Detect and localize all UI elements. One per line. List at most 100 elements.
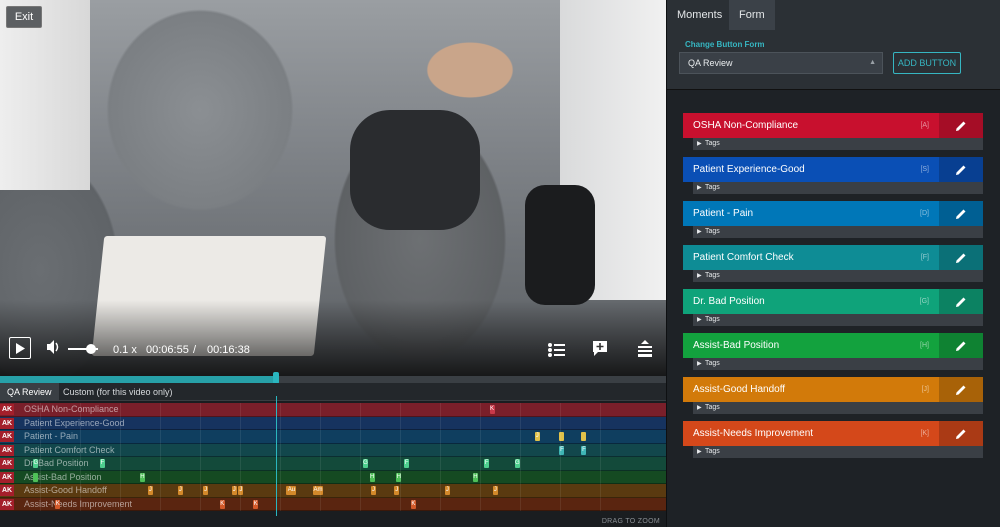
- moment-button-main[interactable]: Patient Experience-Good [S]: [683, 157, 939, 182]
- timeline-moment-marker[interactable]: H: [139, 472, 145, 482]
- play-icon: [16, 342, 25, 354]
- timeline-moment-marker[interactable]: H: [472, 472, 478, 482]
- timeline-row-label: Patient Experience-Good: [24, 417, 125, 428]
- edit-pencil-icon[interactable]: [939, 201, 983, 226]
- moment-button-main[interactable]: Assist-Needs Improvement [K]: [683, 421, 939, 446]
- timeline-moment-marker[interactable]: F: [559, 445, 565, 455]
- moment-button-tags[interactable]: ▶ Tags: [693, 358, 983, 370]
- moment-button-tags[interactable]: ▶ Tags: [693, 446, 983, 458]
- play-button[interactable]: [9, 337, 31, 359]
- video-progress-bar[interactable]: [0, 372, 666, 384]
- timeline-moment-marker[interactable]: K: [410, 499, 416, 509]
- caret-right-icon: ▶: [697, 229, 702, 235]
- tags-label: Tags: [705, 140, 720, 147]
- timeline-moment-marker[interactable]: J: [203, 486, 209, 495]
- edit-pencil-icon[interactable]: [939, 157, 983, 182]
- timeline-moment-marker[interactable]: [581, 432, 587, 441]
- timeline-moment-marker[interactable]: J: [394, 486, 400, 495]
- moment-button: Assist-Needs Improvement [K] ▶ Tags: [683, 421, 983, 465]
- timeline-row[interactable]: AK Patient Comfort Check F F: [0, 443, 666, 457]
- timeline-tab-qa-review[interactable]: QA Review: [0, 383, 59, 401]
- moment-button-tags[interactable]: ▶ Tags: [693, 402, 983, 414]
- caret-right-icon: ▶: [697, 141, 702, 147]
- edit-pencil-icon[interactable]: [939, 333, 983, 358]
- timeline-moment-marker[interactable]: H: [396, 472, 402, 482]
- caret-right-icon: ▶: [697, 449, 702, 455]
- video-player[interactable]: Exit 0.1 x 00:06:55 / 00:16:38: [0, 0, 666, 376]
- edit-pencil-icon[interactable]: [939, 113, 983, 138]
- timeline-moment-marker[interactable]: J: [534, 432, 540, 441]
- timeline-moment-marker[interactable]: K: [55, 499, 61, 509]
- timeline-moment-marker[interactable]: H: [369, 472, 375, 482]
- moment-button-main[interactable]: Assist-Bad Position [H]: [683, 333, 939, 358]
- timeline-moment-marker[interactable]: J: [147, 486, 153, 495]
- playback-speed[interactable]: 0.1 x: [113, 344, 137, 356]
- timeline-moment-marker[interactable]: J: [177, 486, 183, 495]
- tags-label: Tags: [705, 360, 720, 367]
- caret-right-icon: ▶: [697, 361, 702, 367]
- timeline-row-label: OSHA Non-Compliance: [24, 404, 119, 414]
- tags-label: Tags: [705, 448, 720, 455]
- volume-icon[interactable]: [46, 339, 62, 358]
- timeline-row[interactable]: AK Dr. Bad Position G F G F F G: [0, 457, 666, 471]
- timeline-moment-marker[interactable]: J: [231, 486, 237, 495]
- timeline-moment-marker[interactable]: [33, 472, 39, 482]
- form-select[interactable]: QA Review ▲: [679, 52, 883, 74]
- edit-pencil-icon[interactable]: [939, 245, 983, 270]
- edit-pencil-icon[interactable]: [939, 421, 983, 446]
- timeline-tab-custom[interactable]: Custom (for this video only): [56, 383, 180, 401]
- video-frame-cabinet-left: [0, 0, 90, 190]
- timeline-moment-marker[interactable]: Am: [313, 486, 324, 495]
- timeline-row[interactable]: AK Assist-Bad Position H H H H: [0, 470, 666, 484]
- volume-knob[interactable]: [86, 344, 96, 354]
- timeline-moment-marker[interactable]: J: [444, 486, 450, 495]
- timeline-row-badge: AK: [0, 417, 14, 429]
- moment-button-main[interactable]: OSHA Non-Compliance [A]: [683, 113, 939, 138]
- tags-label: Tags: [705, 184, 720, 191]
- timeline-row[interactable]: AK Patient Experience-Good: [0, 416, 666, 430]
- moment-button-tags[interactable]: ▶ Tags: [693, 226, 983, 238]
- moment-button-label: OSHA Non-Compliance: [693, 120, 799, 131]
- timeline-moment-marker[interactable]: F: [484, 459, 490, 468]
- moment-button-main[interactable]: Patient Comfort Check [F]: [683, 245, 939, 270]
- timeline-row[interactable]: AK Patient - Pain J: [0, 430, 666, 444]
- moment-button-main[interactable]: Assist-Good Handoff [J]: [683, 377, 939, 402]
- timeline-row-label: Patient - Pain: [24, 431, 79, 441]
- timeline-row[interactable]: AK Assist-Needs Improvement K K K K: [0, 497, 666, 511]
- timeline-moment-marker[interactable]: K: [253, 499, 259, 509]
- timeline-moment-marker[interactable]: F: [404, 459, 410, 468]
- moment-button-main[interactable]: Dr. Bad Position [G]: [683, 289, 939, 314]
- timeline-row[interactable]: AK Assist-Good Handoff J J J J J Au Am J J J J: [0, 484, 666, 498]
- add-button[interactable]: ADD BUTTON: [893, 52, 961, 74]
- add-comment-icon[interactable]: [592, 340, 608, 360]
- timeline-moment-marker[interactable]: F: [99, 459, 105, 468]
- moment-button-hotkey: [H]: [920, 342, 929, 349]
- timeline-moment-marker[interactable]: Au: [286, 486, 297, 495]
- timeline-moment-marker[interactable]: G: [33, 459, 39, 468]
- tab-form[interactable]: Form: [729, 0, 775, 30]
- tab-moments[interactable]: Moments: [667, 0, 732, 30]
- moment-button-tags[interactable]: ▶ Tags: [693, 270, 983, 282]
- moment-button-tags[interactable]: ▶ Tags: [693, 182, 983, 194]
- timeline-row[interactable]: AK OSHA Non-Compliance K: [0, 403, 666, 417]
- split-view-icon[interactable]: [637, 340, 653, 361]
- list-toggle-icon[interactable]: [547, 342, 565, 361]
- edit-pencil-icon[interactable]: [939, 289, 983, 314]
- timeline-moment-marker[interactable]: K: [219, 499, 225, 509]
- timeline-moment-marker[interactable]: J: [492, 486, 498, 495]
- timeline-moment-marker[interactable]: G: [514, 459, 520, 468]
- moment-button-tags[interactable]: ▶ Tags: [693, 138, 983, 150]
- timeline-moment-marker[interactable]: F: [581, 445, 587, 455]
- timeline-moment-marker[interactable]: G: [362, 459, 368, 468]
- timeline-moment-marker[interactable]: J: [370, 486, 376, 495]
- timeline-moment-marker[interactable]: K: [489, 405, 495, 414]
- select-caret-icon: ▲: [869, 59, 876, 66]
- moment-button-main[interactable]: Patient - Pain [D]: [683, 201, 939, 226]
- moment-button-hotkey: [K]: [920, 430, 929, 437]
- moment-button-tags[interactable]: ▶ Tags: [693, 314, 983, 326]
- timeline-moment-marker[interactable]: [559, 432, 565, 441]
- moment-button-label: Patient Comfort Check: [693, 252, 794, 263]
- edit-pencil-icon[interactable]: [939, 377, 983, 402]
- timeline-moment-marker[interactable]: J: [238, 486, 244, 495]
- exit-button[interactable]: Exit: [6, 6, 42, 28]
